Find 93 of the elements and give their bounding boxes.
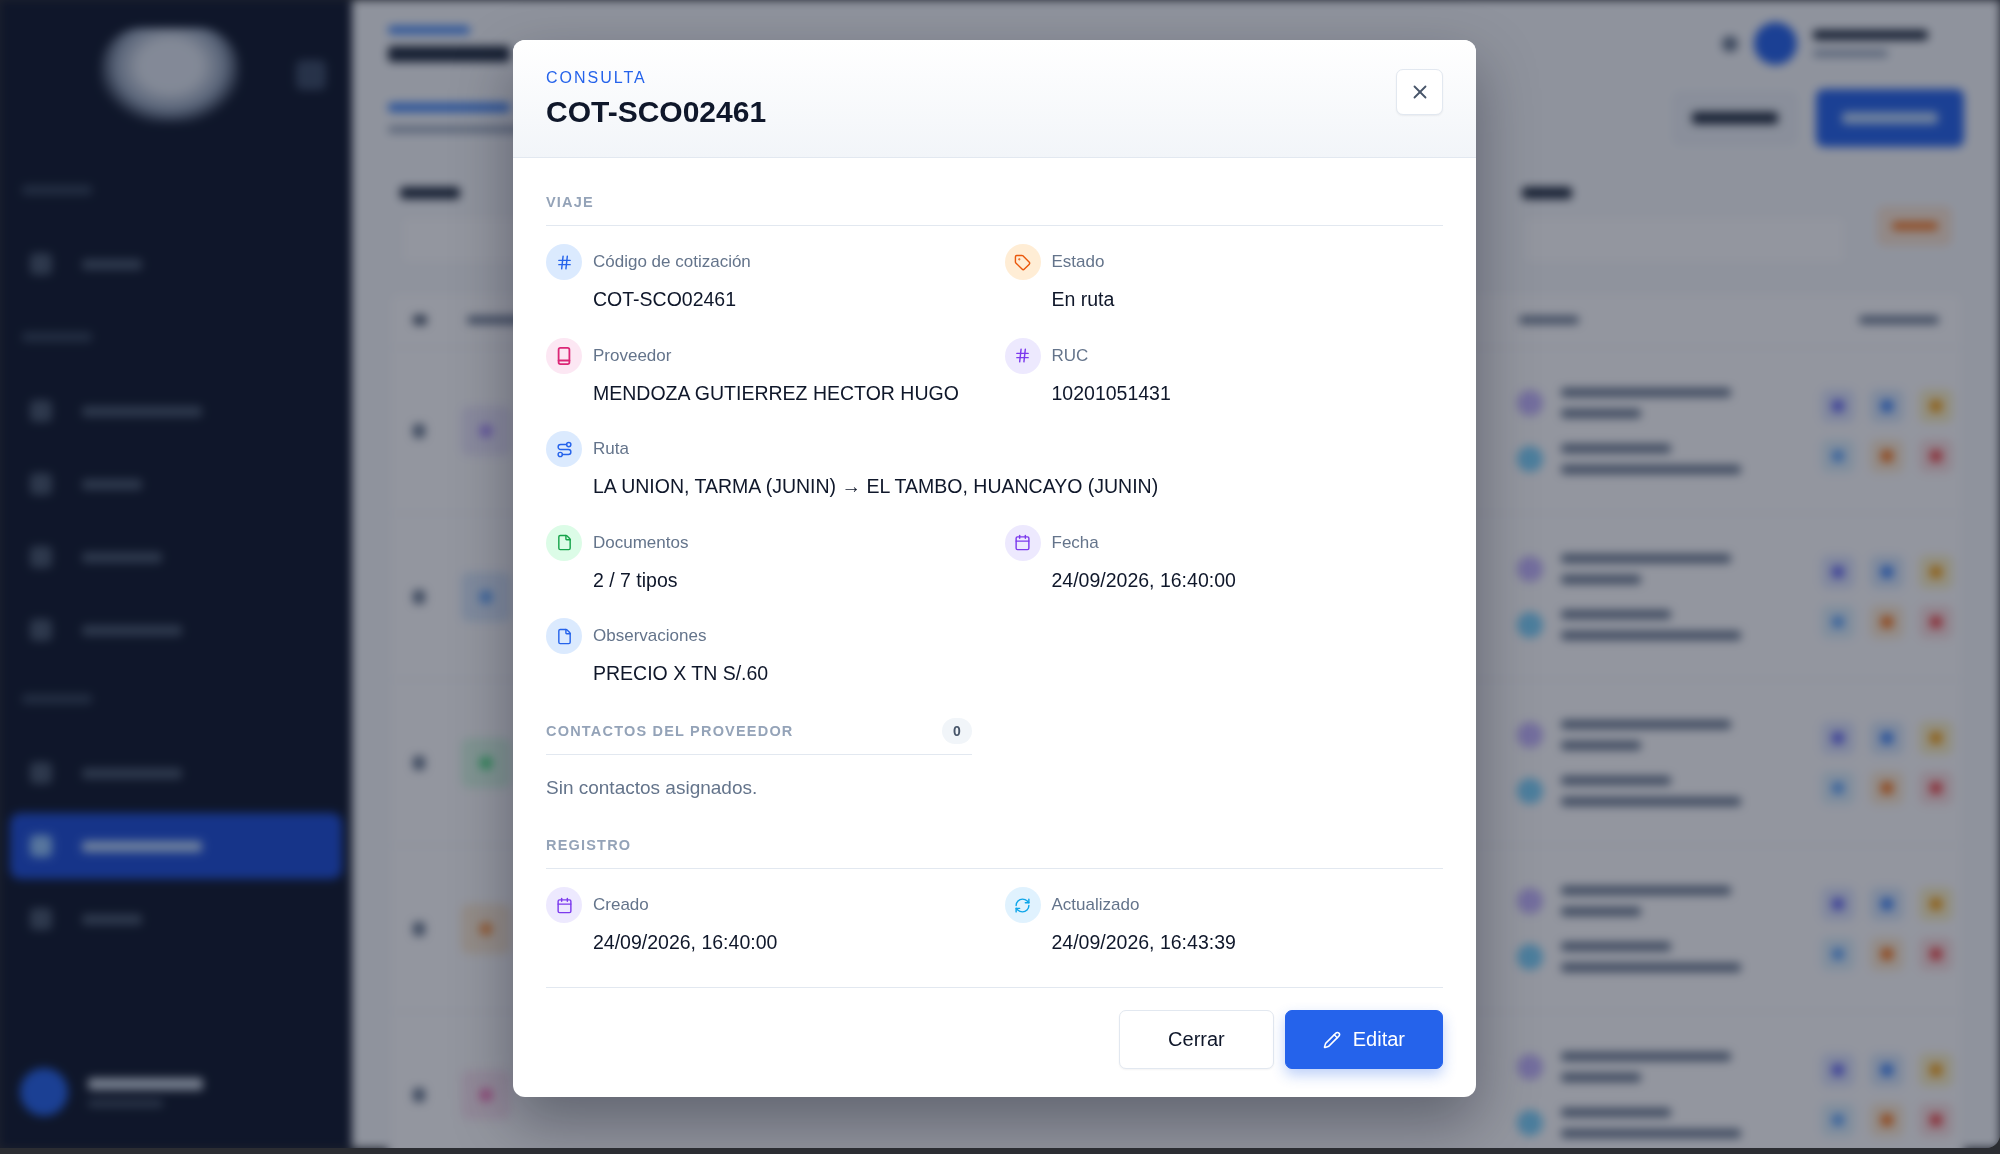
blurred-button[interactable] xyxy=(1816,89,1964,147)
pencil-icon xyxy=(1322,1030,1341,1049)
blurred-tile[interactable] xyxy=(1870,604,1904,639)
calendar-icon xyxy=(546,887,582,923)
field-value: 24/09/2026, 16:43:39 xyxy=(1051,930,1236,955)
blurred-icon xyxy=(1517,555,1543,582)
file-icon xyxy=(546,524,582,561)
blurred-text-line xyxy=(1519,315,1579,324)
blurred-icon xyxy=(1517,445,1543,472)
blurred-text-line xyxy=(413,589,425,604)
blurred-text-line xyxy=(82,478,142,490)
blurred-tile[interactable] xyxy=(1870,388,1904,423)
field-label: Ruta xyxy=(593,438,629,460)
blurred-text-line xyxy=(413,314,427,325)
field-value: En ruta xyxy=(1051,287,1115,312)
blurred-icon xyxy=(30,473,52,495)
field-label: Actualizado xyxy=(1051,894,1140,916)
route-icon xyxy=(546,431,582,467)
blurred-tile[interactable] xyxy=(1919,388,1953,423)
blurred-icon xyxy=(1722,35,1738,52)
blurred-tile[interactable] xyxy=(1870,438,1904,473)
field-label: Observaciones xyxy=(593,625,707,647)
blurred-text-line xyxy=(413,921,425,936)
close-button[interactable]: Cerrar xyxy=(1119,1010,1274,1069)
blurred-text-line xyxy=(413,755,425,770)
field-label: Fecha xyxy=(1051,531,1099,554)
blurred-text-line xyxy=(82,913,142,925)
blurred-text-line xyxy=(1522,187,1572,199)
blurred-text-line xyxy=(400,187,460,199)
field-label: Documentos xyxy=(593,531,689,554)
blurred-tile[interactable] xyxy=(1919,720,1953,755)
refresh-icon xyxy=(1004,887,1041,923)
section-heading: REGISTRO xyxy=(546,836,632,854)
field-value: 2 / 7 tipos xyxy=(593,567,678,593)
blurred-tile[interactable] xyxy=(1919,554,1953,589)
blurred-text-line xyxy=(82,258,142,270)
blurred-avatar xyxy=(20,1068,68,1116)
blurred-tile[interactable] xyxy=(1919,1052,1953,1087)
field-value: 10201051431 xyxy=(1051,380,1171,406)
section-heading: VIAJE xyxy=(546,193,594,211)
blurred-menu-highlight[interactable] xyxy=(10,813,342,879)
blurred-tile[interactable] xyxy=(1870,886,1904,921)
blurred-tile[interactable] xyxy=(1919,886,1953,921)
field-value: PRECIO X TN S/.60 xyxy=(593,661,769,686)
field-value: LA UNION, TARMA (JUNIN) → EL TAMBO, HUANCAYO (JUNIN) xyxy=(593,474,1159,499)
field-label: RUC xyxy=(1051,344,1089,367)
blurred-tile xyxy=(461,903,511,954)
blurred-tile[interactable] xyxy=(1870,936,1904,971)
blurred-text-line xyxy=(413,1087,425,1102)
blurred-icon xyxy=(1517,943,1543,970)
section-heading: CONTACTOS DEL PROVEEDOR xyxy=(546,722,794,740)
blurred-tile[interactable] xyxy=(1870,554,1904,589)
blurred-icon xyxy=(30,835,52,857)
hash-icon xyxy=(546,244,582,280)
blurred-icon xyxy=(1517,1109,1543,1136)
blurred-icon xyxy=(30,762,52,784)
field-value: 24/09/2026, 16:40:00 xyxy=(593,930,778,955)
blurred-button[interactable] xyxy=(1877,206,1952,246)
field-label: Estado xyxy=(1051,251,1105,273)
field-label: Código de cotización xyxy=(593,251,751,273)
calendar-icon xyxy=(1004,524,1041,561)
dialog-eyebrow: CONSULTA xyxy=(546,68,647,88)
blurred-icon xyxy=(30,253,52,275)
blurred-icon xyxy=(30,400,52,422)
blurred-tile[interactable] xyxy=(1870,1102,1904,1137)
count-badge: 0 xyxy=(942,718,972,744)
field-value: MENDOZA GUTIERREZ HECTOR HUGO xyxy=(593,380,959,406)
tag-icon xyxy=(1004,244,1041,280)
blurred-icon xyxy=(30,546,52,568)
close-button[interactable] xyxy=(1396,69,1443,115)
blurred-tile[interactable] xyxy=(1870,720,1904,755)
device-icon xyxy=(546,337,582,374)
field-value: 24/09/2026, 16:40:00 xyxy=(1051,567,1236,593)
edit-button[interactable]: Editar xyxy=(1284,1010,1443,1069)
blurred-icon xyxy=(1517,1053,1543,1080)
blurred-icon xyxy=(1517,777,1543,804)
blurred-icon xyxy=(1517,611,1543,638)
file-icon xyxy=(546,618,582,654)
dialog-title: COT-SCO02461 xyxy=(546,94,767,130)
field-label: Proveedor xyxy=(593,344,672,367)
field-label: Creado xyxy=(593,894,649,916)
blurred-icon xyxy=(30,908,52,930)
blurred-text-line xyxy=(413,423,425,438)
blurred-icon xyxy=(1517,887,1543,914)
field-value: COT-SCO02461 xyxy=(593,287,737,312)
blurred-icon xyxy=(1517,721,1543,748)
empty-message: Sin contactos asignados. xyxy=(546,776,758,800)
hash-icon xyxy=(1004,337,1041,374)
blurred-icon xyxy=(30,619,52,641)
blurred-tile[interactable] xyxy=(1870,1052,1904,1087)
blurred-tile[interactable] xyxy=(1870,770,1904,805)
blurred-avatar xyxy=(1754,22,1797,65)
blurred-icon xyxy=(1517,389,1543,416)
